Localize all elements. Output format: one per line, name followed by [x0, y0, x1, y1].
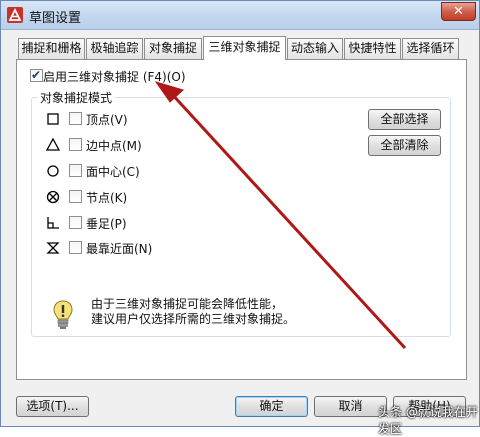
triangle-icon: [45, 137, 61, 151]
nearest-face-label: 最靠近面(N): [86, 242, 153, 256]
options-button[interactable]: 选项(T)...: [16, 396, 89, 417]
clear-all-button[interactable]: 全部清除: [368, 135, 441, 156]
select-all-button[interactable]: 全部选择: [368, 109, 441, 130]
ok-button[interactable]: 确定: [235, 396, 308, 417]
nearest-face-checkbox[interactable]: [69, 241, 82, 254]
info-line-2: 建议用户仅选择所需的三维对象捕捉。: [91, 312, 296, 326]
tab-3d-object-snap[interactable]: 三维对象捕捉: [203, 36, 286, 60]
perpendicular-label: 垂足(P): [86, 217, 127, 231]
perpendicular-icon: [47, 217, 59, 229]
cancel-button[interactable]: 取消: [314, 396, 387, 417]
dialog-window: 草图设置 ✕ 捕捉和栅格 极轴追踪 对象捕捉 三维对象捕捉 动态输入 快捷特性 …: [0, 0, 480, 427]
circle-icon: [47, 165, 59, 177]
enable-3d-osnap-checkbox[interactable]: ✔: [30, 68, 43, 82]
mode-row-edge-midpoint: 边中点(M): [1, 137, 201, 153]
tab-polar-tracking[interactable]: 极轴追踪: [86, 38, 143, 59]
square-icon: [47, 113, 59, 125]
mode-row-nearest-face: 最靠近面(N): [1, 240, 201, 256]
title-bar[interactable]: 草图设置 ✕: [1, 1, 479, 30]
tab-snap-grid[interactable]: 捕捉和栅格: [18, 38, 85, 59]
edge-midpoint-label: 边中点(M): [86, 139, 142, 153]
mode-row-vertex: 顶点(V): [1, 111, 201, 127]
face-center-label: 面中心(C): [86, 165, 140, 179]
mode-row-node: 节点(K): [1, 189, 201, 205]
node-icon: [46, 190, 60, 204]
mode-row-perpendicular: 垂足(P): [1, 215, 201, 231]
tab-quick-properties[interactable]: 快捷特性: [344, 38, 401, 59]
watermark: 头条 @就说我在开发区: [378, 405, 478, 436]
lightbulb-icon: [53, 300, 73, 329]
window-title: 草图设置: [29, 11, 82, 26]
node-checkbox[interactable]: [69, 190, 82, 203]
tab-object-snap[interactable]: 对象捕捉: [144, 38, 202, 59]
perpendicular-checkbox[interactable]: [69, 216, 82, 229]
checkmark-icon: ✔: [31, 68, 42, 82]
mode-row-face-center: 面中心(C): [1, 163, 201, 179]
enable-3d-osnap-label: 启用三维对象捕捉 (F4)(O): [43, 70, 186, 84]
close-icon: ✕: [453, 4, 464, 19]
edge-midpoint-checkbox[interactable]: [69, 138, 82, 151]
info-line-1: 由于三维对象捕捉可能会降低性能，: [91, 297, 284, 311]
node-label: 节点(K): [86, 191, 128, 205]
app-icon: [7, 7, 23, 23]
vertex-checkbox[interactable]: [69, 112, 82, 125]
tab-selection-cycling[interactable]: 选择循环: [402, 38, 459, 59]
face-center-checkbox[interactable]: [69, 164, 82, 177]
close-button[interactable]: ✕: [441, 2, 476, 21]
group-title: 对象捕捉模式: [37, 89, 116, 106]
vertex-label: 顶点(V): [86, 113, 128, 127]
tab-dynamic-input[interactable]: 动态输入: [287, 38, 343, 59]
nearest-icon: [46, 242, 60, 254]
info-message: 由于三维对象捕捉可能会降低性能， 建议用户仅选择所需的三维对象捕捉。: [91, 297, 295, 327]
